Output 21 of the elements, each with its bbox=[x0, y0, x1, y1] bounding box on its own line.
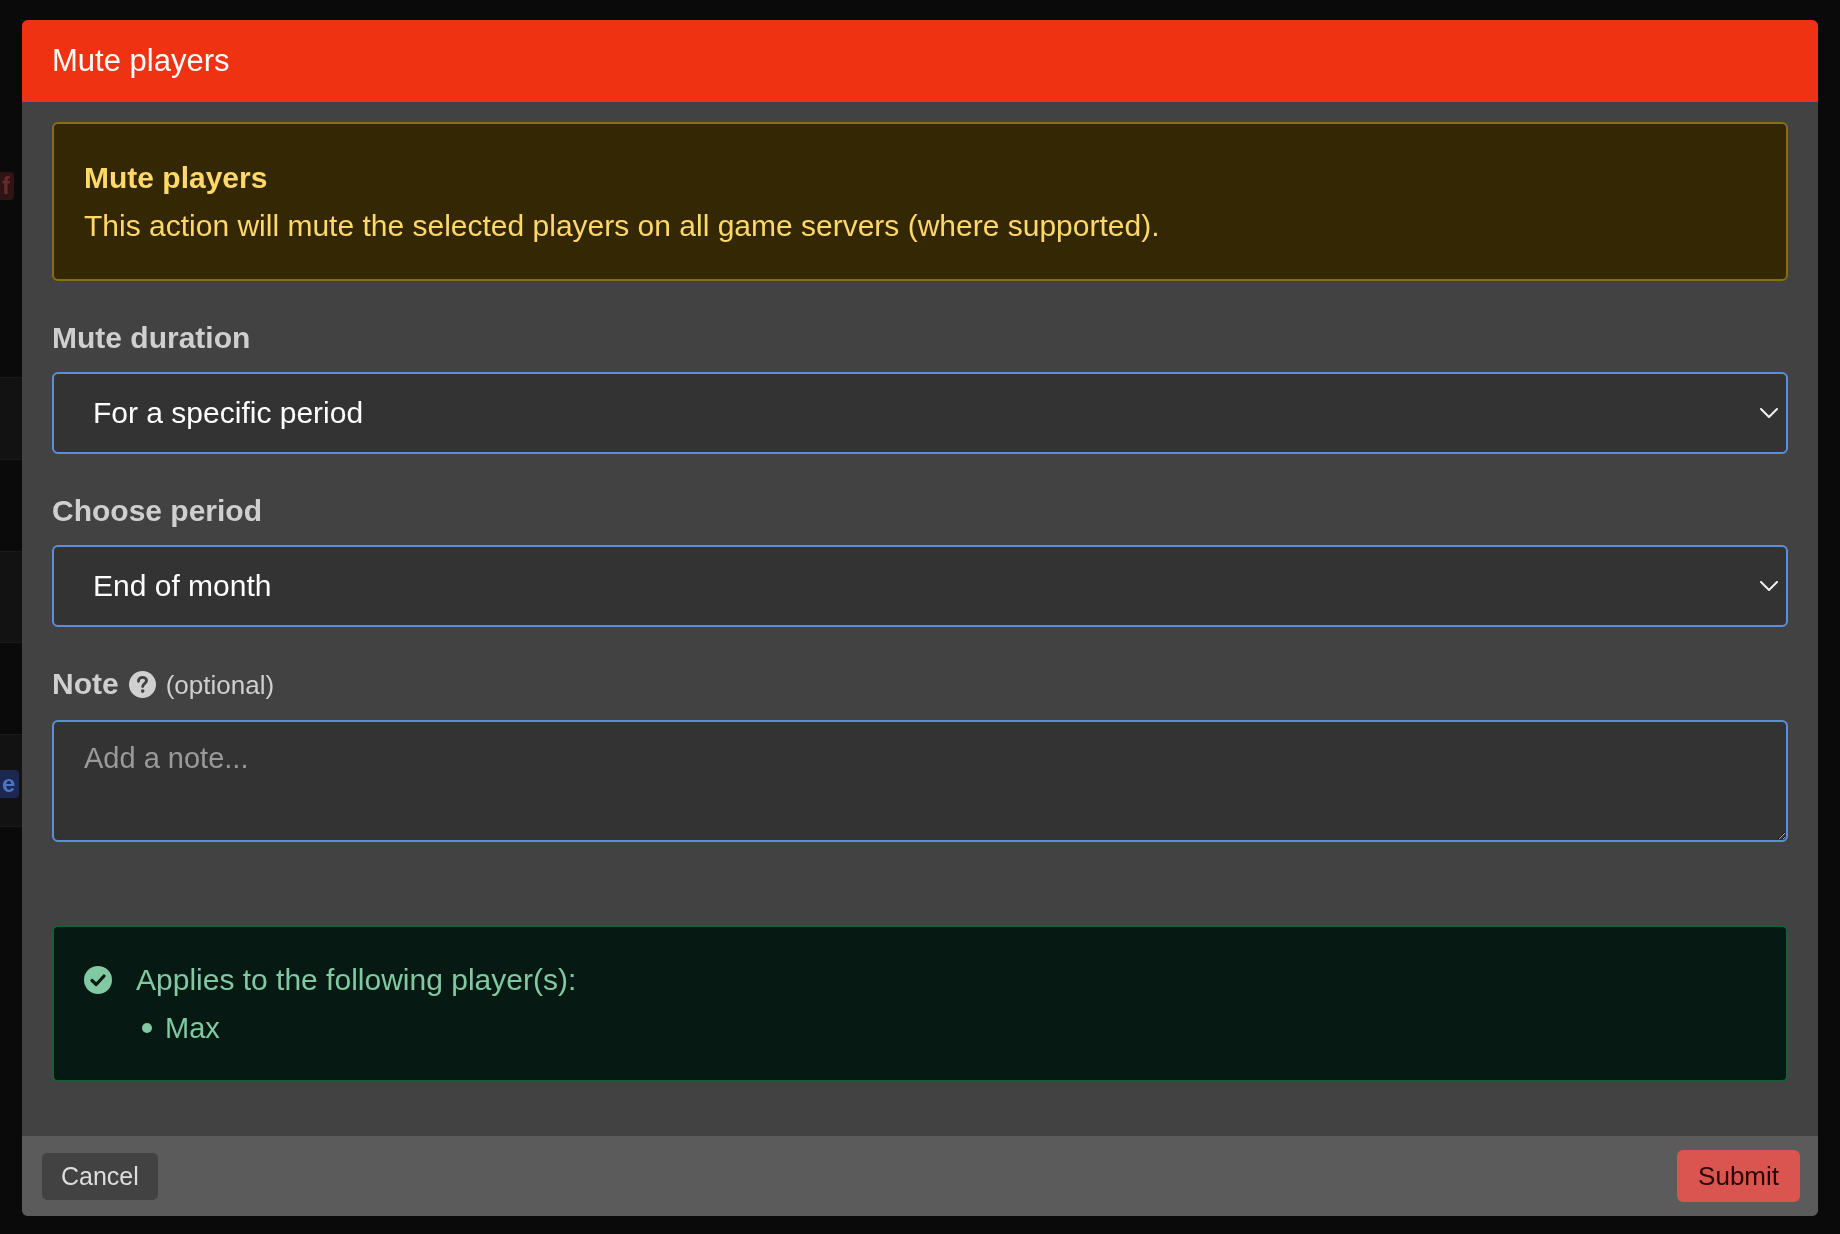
bullet-icon bbox=[142, 1023, 152, 1033]
tag: f bbox=[0, 172, 14, 200]
field-hint: (optional) bbox=[165, 669, 275, 702]
help-icon[interactable] bbox=[128, 670, 156, 698]
note-field[interactable]: Add a note... bbox=[52, 720, 1788, 842]
submit-button[interactable]: Submit bbox=[1677, 1150, 1800, 1202]
chevron-down-icon bbox=[1760, 408, 1778, 418]
field-label: Note bbox=[52, 666, 119, 702]
check-circle-icon bbox=[84, 966, 112, 994]
cancel-button[interactable]: Cancel bbox=[42, 1152, 158, 1200]
dropdown[interactable]: For a specific period bbox=[52, 372, 1788, 454]
field-label: Choose period bbox=[52, 493, 262, 529]
alert-message: This action will mute the selected players on all game servers (where supported). bbox=[84, 207, 1161, 244]
player-name: Max bbox=[165, 1011, 220, 1046]
alert-title: Mute players bbox=[84, 159, 269, 196]
dialog-title: Mute players bbox=[52, 42, 230, 80]
success-title: Applies to the following player(s): bbox=[136, 962, 577, 998]
dropdown[interactable]: End of month bbox=[52, 545, 1788, 627]
field-label: Mute duration bbox=[52, 320, 251, 356]
chevron-down-icon bbox=[1760, 581, 1778, 591]
tag: e bbox=[0, 770, 20, 798]
